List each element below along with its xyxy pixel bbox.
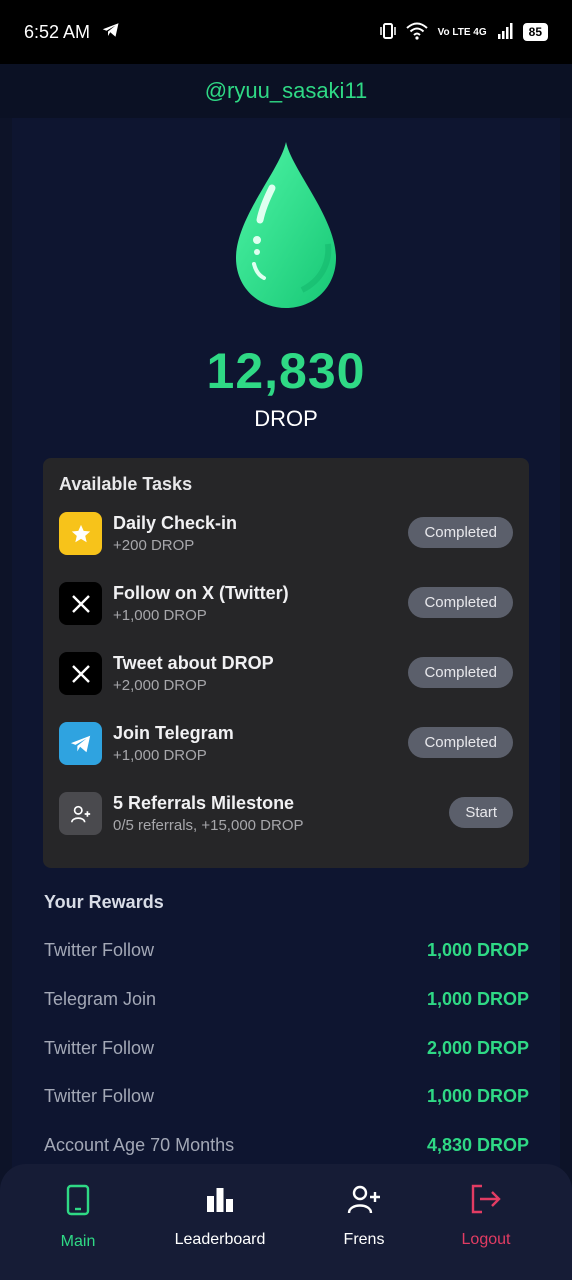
bar-chart-icon — [205, 1184, 235, 1219]
nav-logout[interactable]: Logout — [416, 1184, 556, 1249]
network-label: Vo LTE 4G — [437, 26, 487, 38]
tasks-title: Available Tasks — [59, 474, 193, 494]
header: @ryuu_sasaki11 — [0, 64, 572, 118]
signal-icon — [497, 22, 513, 42]
balance-unit: DROP — [254, 406, 318, 431]
task-name: Daily Check-in — [113, 513, 238, 533]
balance-amount: 12,830 — [206, 343, 366, 399]
task-name: 5 Referrals Milestone — [113, 793, 295, 813]
reward-row: Twitter Follow 1,000 DROP — [44, 940, 529, 961]
status-time: 6:52 AM — [24, 21, 91, 42]
task-reward: +1,000 DROP — [113, 747, 207, 764]
wifi-icon — [405, 22, 428, 43]
telegram-icon — [59, 722, 102, 765]
x-logo-icon — [59, 652, 102, 695]
logout-icon — [470, 1184, 502, 1219]
nav-label: Logout — [461, 1231, 511, 1248]
reward-label: Account Age 70 Months — [44, 1135, 235, 1155]
status-bar: 6:52 AM Vo LTE 4G 85 — [0, 0, 572, 64]
reward-value: 4,830 DROP — [426, 1135, 529, 1155]
task-reward: +2,000 DROP — [113, 677, 207, 694]
rewards-title: Your Rewards — [44, 892, 164, 912]
username: @ryuu_sasaki11 — [204, 78, 368, 103]
reward-row: Telegram Join 1,000 DROP — [44, 989, 529, 1010]
reward-value: 1,000 DROP — [426, 1086, 529, 1106]
phone-icon — [65, 1184, 91, 1221]
task-completed-button[interactable]: Completed — [408, 587, 513, 618]
add-user-icon — [347, 1184, 381, 1219]
reward-label: Twitter Follow — [44, 1038, 155, 1058]
task-item: Tweet about DROP +2,000 DROP Completed — [59, 652, 513, 722]
task-reward: +1,000 DROP — [113, 607, 207, 624]
task-reward: +200 DROP — [113, 537, 195, 554]
reward-row: Twitter Follow 2,000 DROP — [44, 1038, 529, 1059]
task-name: Follow on X (Twitter) — [113, 583, 289, 603]
task-name: Tweet about DROP — [113, 653, 274, 673]
task-start-button[interactable]: Start — [449, 797, 513, 828]
drop-logo — [0, 140, 572, 310]
task-item: Follow on X (Twitter) +1,000 DROP Comple… — [59, 582, 513, 652]
task-item: Join Telegram +1,000 DROP Completed — [59, 722, 513, 792]
reward-value: 1,000 DROP — [426, 940, 529, 960]
available-tasks-card: Available Tasks Daily Check-in +200 DROP… — [43, 458, 529, 868]
task-reward: 0/5 referrals, +15,000 DROP — [113, 817, 304, 834]
add-user-icon — [59, 792, 102, 835]
vibrate-icon — [379, 22, 396, 43]
nav-main[interactable]: Main — [8, 1184, 148, 1251]
task-item: 5 Referrals Milestone 0/5 referrals, +15… — [59, 792, 513, 862]
reward-row: Account Age 70 Months 4,830 DROP — [44, 1135, 529, 1156]
telegram-status-icon — [102, 22, 120, 43]
nav-label: Leaderboard — [174, 1231, 266, 1248]
reward-label: Telegram Join — [44, 989, 157, 1009]
battery-indicator: 85 — [522, 23, 548, 41]
reward-row: Twitter Follow 1,000 DROP — [44, 1086, 529, 1107]
star-icon — [59, 512, 102, 555]
reward-label: Twitter Follow — [44, 1086, 155, 1106]
task-completed-button[interactable]: Completed — [408, 517, 513, 548]
nav-leaderboard[interactable]: Leaderboard — [150, 1184, 290, 1249]
reward-label: Twitter Follow — [44, 940, 155, 960]
task-name: Join Telegram — [113, 723, 234, 743]
drop-icon — [236, 142, 336, 308]
reward-value: 2,000 DROP — [426, 1038, 529, 1058]
nav-frens[interactable]: Frens — [294, 1184, 434, 1249]
x-logo-icon — [59, 582, 102, 625]
bottom-nav: Main Leaderboard Frens Logout — [0, 1164, 572, 1280]
app-screen: @ryuu_sasaki11 12,830 DROP Available Tas… — [0, 64, 572, 1280]
task-completed-button[interactable]: Completed — [408, 657, 513, 688]
reward-value: 1,000 DROP — [426, 989, 529, 1009]
task-completed-button[interactable]: Completed — [408, 727, 513, 758]
nav-label: Frens — [343, 1231, 385, 1248]
task-item: Daily Check-in +200 DROP Completed — [59, 512, 513, 582]
nav-label: Main — [60, 1233, 96, 1250]
